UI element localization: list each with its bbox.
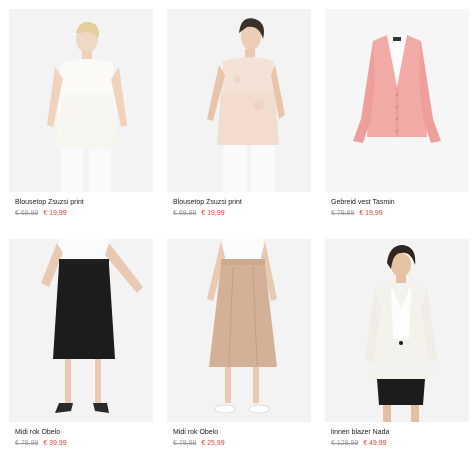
product-price: € 79,99 € 39,99 [15, 440, 155, 447]
product-name[interactable]: Blousetop Zsuzsi print [15, 199, 155, 206]
old-price: € 79,99 [173, 440, 197, 447]
product-card[interactable]: Blousetop Zsuzsi print € 69,99 € 19,99 [9, 9, 153, 217]
product-image-pink-cardigan[interactable] [325, 9, 469, 192]
sale-price: € 19,99 [201, 210, 225, 217]
product-card[interactable]: Blousetop Zsuzsi print € 69,99 € 19,99 [167, 9, 311, 217]
product-image-white-linen-blazer[interactable] [325, 239, 469, 422]
product-name[interactable]: Midi rok Obelo [173, 429, 313, 436]
old-price: € 79,99 [15, 440, 39, 447]
product-name[interactable]: Blousetop Zsuzsi print [173, 199, 313, 206]
product-name[interactable]: linnen blazer Nada [331, 429, 471, 436]
old-price: € 69,99 [173, 210, 197, 217]
sale-price: € 39,99 [43, 440, 67, 447]
old-price: € 79,99 [331, 210, 355, 217]
old-price: € 129,99 [331, 440, 359, 447]
sale-price: € 49,99 [363, 440, 387, 447]
product-name[interactable]: Midi rok Obelo [15, 429, 155, 436]
product-name[interactable]: Gebreid vest Tasmin [331, 199, 471, 206]
sale-price: € 19,99 [359, 210, 383, 217]
product-price: € 79,99 € 19,99 [331, 210, 471, 217]
product-card[interactable]: Midi rok Obelo € 79,99 € 39,99 [9, 239, 153, 447]
product-image-model-print-top[interactable] [167, 9, 311, 192]
product-image-black-midi-skirt[interactable] [9, 239, 153, 422]
product-image-model-white-top[interactable] [9, 9, 153, 192]
product-card[interactable]: Midi rok Obelo € 79,99 € 25,99 [167, 239, 311, 447]
product-image-beige-midi-skirt[interactable] [167, 239, 311, 422]
sale-price: € 19,99 [43, 210, 67, 217]
product-price: € 79,99 € 25,99 [173, 440, 313, 447]
product-price: € 129,99 € 49,99 [331, 440, 471, 447]
product-card[interactable]: linnen blazer Nada € 129,99 € 49,99 [325, 239, 469, 447]
product-price: € 69,99 € 19,99 [173, 210, 313, 217]
product-price: € 69,99 € 19,99 [15, 210, 155, 217]
sale-price: € 25,99 [201, 440, 225, 447]
old-price: € 69,99 [15, 210, 39, 217]
product-card[interactable]: Gebreid vest Tasmin € 79,99 € 19,99 [325, 9, 469, 217]
